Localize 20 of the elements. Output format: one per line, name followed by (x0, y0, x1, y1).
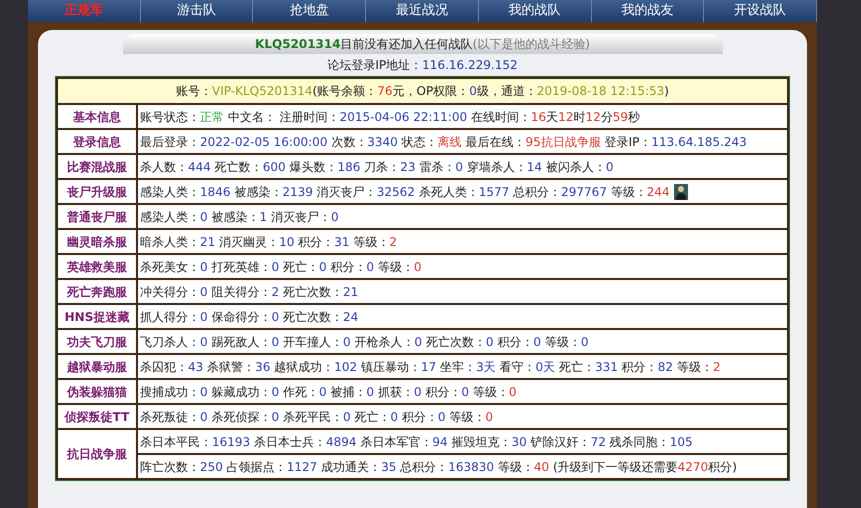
banner-message: 目前没有还加入任何战队 (340, 36, 473, 53)
row-title: 死亡奔跑服 (58, 280, 136, 303)
row-title: 越狱暴动服 (58, 355, 136, 378)
ip-label: 论坛登录IP地址： (327, 57, 422, 74)
row-title: 比赛混战服 (58, 155, 136, 178)
row-title: 英雄救美服 (58, 255, 136, 278)
row-title: 基本信息 (58, 105, 136, 128)
banner-note: (以下是他的战斗经验) (472, 36, 590, 53)
row-title: 功夫飞刀服 (58, 330, 136, 353)
avatar-icon (674, 184, 688, 200)
row-title: 伪装躲猫猫 (58, 380, 136, 403)
row-title: HNS捉迷藏 (58, 305, 136, 328)
row-title: 侦探叛徒TT (58, 405, 136, 428)
row-title: 登录信息 (58, 130, 136, 153)
row-title: 幽灵暗杀服 (58, 230, 136, 253)
row-title: 抗日战争服 (58, 430, 136, 478)
row-title: 丧尸升级服 (58, 180, 136, 203)
ip-value: 116.16.229.152 (422, 57, 518, 74)
player-name: KLQ5201314 (255, 36, 341, 53)
row-title: 普通丧尸服 (58, 205, 136, 228)
